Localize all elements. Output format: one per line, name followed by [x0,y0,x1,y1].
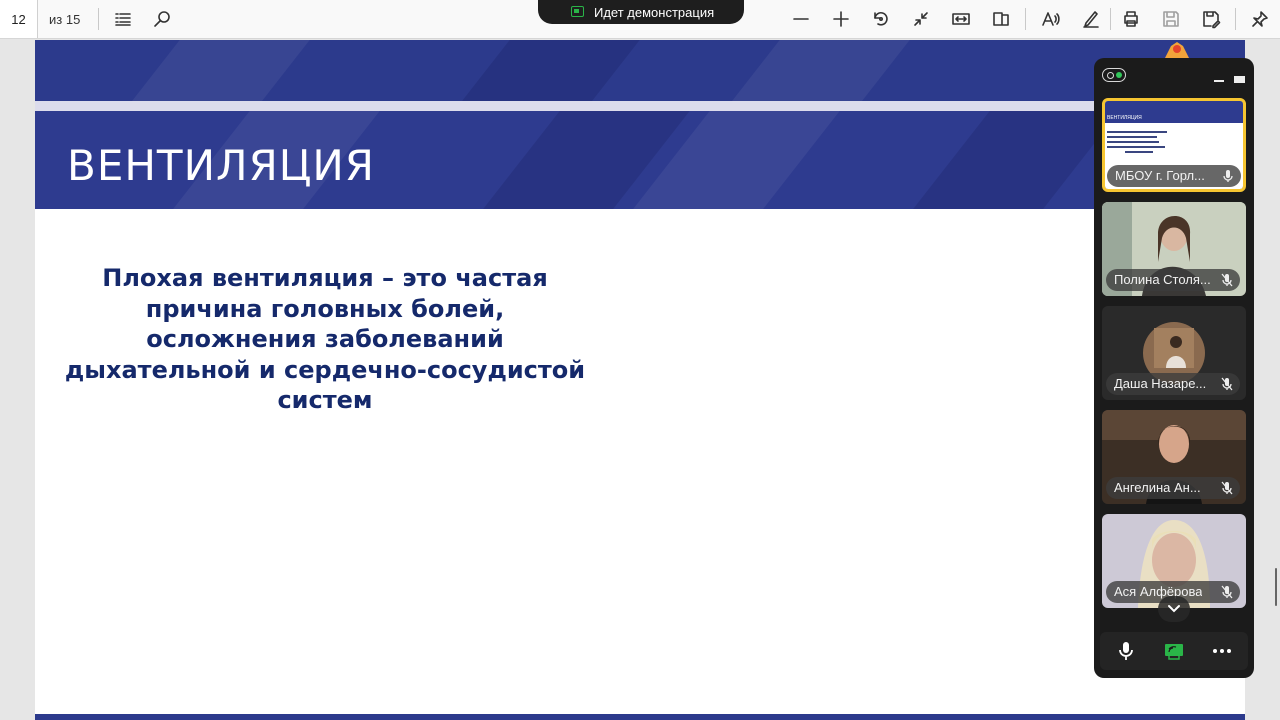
mascot-icon [1165,42,1189,58]
participant-label: Ангелина Ан... [1106,477,1240,499]
minimize-icon[interactable] [1214,80,1224,82]
document-page: ВЕНТИЛЯЦИЯ Плохая вентиляция – это часта… [35,40,1245,720]
toolbar-divider [98,8,99,30]
vertical-scrollbar[interactable] [1271,40,1280,720]
demo-banner-label: Идет демонстрация [594,4,715,20]
collapse-icon[interactable] [907,5,935,33]
save-as-icon[interactable] [1197,5,1225,33]
slide-body-line: причина головных болей, [145,294,505,323]
band-decoration [39,40,341,101]
more-icon[interactable] [1210,640,1234,662]
read-aloud-icon[interactable] [1037,5,1065,33]
participant-name: Ангелина Ан... [1114,480,1201,495]
microphone-muted-icon [1221,585,1233,599]
slide-title: ВЕНТИЛЯЦИЯ [67,141,375,190]
pdf-toolbar: 12 из 15 Идет демонстрация [0,0,1280,39]
toolbar-divider [1025,8,1026,30]
participant-name: Даша Назаре... [1114,376,1207,391]
participant-label: Даша Назаре... [1106,373,1240,395]
slide-body-line: осложнения заболеваний [146,325,504,353]
slide-body-line: систем [277,386,373,414]
print-icon[interactable] [1117,5,1145,33]
slide-header-band: ВЕНТИЛЯЦИЯ [35,111,1245,209]
participant-label: МБОУ г. Горл... [1107,165,1241,187]
microphone-icon[interactable] [1114,640,1138,662]
zoom-in-icon[interactable] [827,5,855,33]
save-icon[interactable] [1157,5,1185,33]
zoom-out-icon[interactable] [787,5,815,33]
previous-slide-bottom-band [35,40,1245,101]
participant-name: МБОУ г. Горл... [1115,168,1205,183]
preview-line [1107,146,1165,148]
participant-tile-avatar[interactable]: Даша Назаре... [1102,306,1246,400]
scroll-participants-button[interactable] [1158,596,1190,622]
participant-tile-video[interactable]: Ася Алфёрова [1102,514,1246,608]
two-page-icon[interactable] [987,5,1015,33]
maximize-icon[interactable] [1234,76,1245,83]
pin-icon[interactable] [1246,5,1274,33]
band-decoration [369,40,671,101]
slide-body-line: дыхательной и сердечно-сосудистой [64,355,586,384]
fit-width-icon[interactable] [947,5,975,33]
preview-line [1107,141,1159,143]
preview-line [1107,136,1157,138]
toolbar-divider [1235,8,1236,30]
toolbar-divider [1110,8,1111,30]
page-number-input[interactable]: 12 [0,0,38,38]
screen-share-icon [571,6,584,17]
participant-tile-video[interactable]: Полина Столя... [1102,202,1246,296]
call-status-icon[interactable] [1102,68,1126,82]
screen-share-icon[interactable] [1162,640,1186,662]
draw-icon[interactable] [1077,5,1105,33]
preview-title: ВЕНТИЛЯЦИЯ [1107,115,1142,121]
microphone-muted-icon [1221,273,1233,287]
slide-body-line: Плохая вентиляция – это частая [102,264,548,292]
scroll-thumb[interactable] [1275,568,1277,606]
video-call-panel: ВЕНТИЛЯЦИЯ МБОУ г. Горл... Полина Столя.… [1094,58,1254,678]
page-total-label: из 15 [49,12,81,27]
rotate-icon[interactable] [867,5,895,33]
search-icon[interactable] [148,5,176,33]
microphone-icon [1223,170,1233,182]
contents-icon[interactable] [109,5,137,33]
microphone-muted-icon [1221,481,1233,495]
screen-demo-banner: Идет демонстрация [538,0,744,24]
slide-body-text: Плохая вентиляция – это частая причина г… [45,263,605,416]
preview-line [1125,151,1153,153]
participant-label: Полина Столя... [1106,269,1240,291]
chevron-down-icon [1168,605,1180,613]
next-slide-top-band [35,714,1245,720]
slide-divider [35,101,1245,111]
preview-line [1107,131,1167,133]
band-decoration [639,40,941,101]
participant-name: Полина Столя... [1114,272,1211,287]
microphone-muted-icon [1221,377,1233,391]
preview-header: ВЕНТИЛЯЦИЯ [1105,101,1243,123]
call-controls [1100,632,1248,670]
participant-tile-screen[interactable]: ВЕНТИЛЯЦИЯ МБОУ г. Горл... [1102,98,1246,192]
participant-tile-video[interactable]: Ангелина Ан... [1102,410,1246,504]
